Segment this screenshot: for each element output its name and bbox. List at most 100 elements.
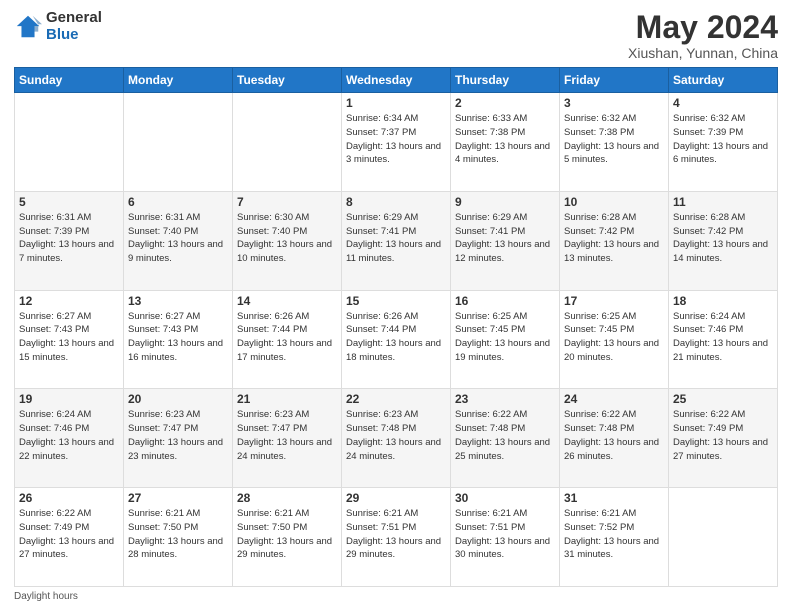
- day-number: 13: [128, 294, 228, 308]
- day-number: 1: [346, 96, 446, 110]
- day-number: 12: [19, 294, 119, 308]
- day-info: Sunrise: 6:23 AM Sunset: 7:48 PM Dayligh…: [346, 408, 446, 463]
- day-info: Sunrise: 6:22 AM Sunset: 7:49 PM Dayligh…: [19, 507, 119, 562]
- calendar-cell: 25 Sunrise: 6:22 AM Sunset: 7:49 PM Dayli…: [669, 389, 778, 488]
- calendar-cell: 21 Sunrise: 6:23 AM Sunset: 7:47 PM Dayli…: [233, 389, 342, 488]
- calendar-cell: 27Sunrise: 6:21 AM Sunset: 7:50 PM Dayli…: [124, 488, 233, 587]
- calendar-cell: 9Sunrise: 6:29 AM Sunset: 7:41 PM Daylig…: [451, 191, 560, 290]
- day-info: Sunrise: 6:27 AM Sunset: 7:43 PM Dayligh…: [128, 310, 228, 365]
- day-number: 23: [455, 392, 555, 406]
- col-thursday: Thursday: [451, 68, 560, 93]
- calendar-cell: [15, 93, 124, 192]
- logo-blue: Blue: [46, 27, 102, 44]
- calendar-table: Sunday Monday Tuesday Wednesday Thursday…: [14, 67, 778, 587]
- day-info: Sunrise: 6:31 AM Sunset: 7:40 PM Dayligh…: [128, 211, 228, 266]
- day-info: Sunrise: 6:21 AM Sunset: 7:50 PM Dayligh…: [237, 507, 337, 562]
- calendar-cell: 7 Sunrise: 6:30 AM Sunset: 7:40 PM Daylig…: [233, 191, 342, 290]
- col-monday: Monday: [124, 68, 233, 93]
- day-number: 8: [346, 195, 446, 209]
- day-info: Sunrise: 6:30 AM Sunset: 7:40 PM Dayligh…: [237, 211, 337, 266]
- col-friday: Friday: [560, 68, 669, 93]
- day-number: 4: [673, 96, 773, 110]
- day-number: 20: [128, 392, 228, 406]
- calendar-cell: 24Sunrise: 6:22 AM Sunset: 7:48 PM Dayli…: [560, 389, 669, 488]
- calendar-cell: 22 Sunrise: 6:23 AM Sunset: 7:48 PM Dayli…: [342, 389, 451, 488]
- day-info: Sunrise: 6:27 AM Sunset: 7:43 PM Dayligh…: [19, 310, 119, 365]
- calendar-cell: 10Sunrise: 6:28 AM Sunset: 7:42 PM Dayli…: [560, 191, 669, 290]
- logo-text: General Blue: [46, 10, 102, 43]
- day-number: 2: [455, 96, 555, 110]
- calendar-cell: 28 Sunrise: 6:21 AM Sunset: 7:50 PM Dayli…: [233, 488, 342, 587]
- week-row-3: 19Sunrise: 6:24 AM Sunset: 7:46 PM Dayli…: [15, 389, 778, 488]
- day-number: 9: [455, 195, 555, 209]
- day-info: Sunrise: 6:25 AM Sunset: 7:45 PM Dayligh…: [564, 310, 664, 365]
- day-number: 7: [237, 195, 337, 209]
- day-number: 14: [237, 294, 337, 308]
- logo-general: General: [46, 10, 102, 27]
- day-number: 30: [455, 491, 555, 505]
- calendar-cell: 12 Sunrise: 6:27 AM Sunset: 7:43 PM Dayli…: [15, 290, 124, 389]
- header-row: Sunday Monday Tuesday Wednesday Thursday…: [15, 68, 778, 93]
- calendar-cell: 20 Sunrise: 6:23 AM Sunset: 7:47 PM Dayli…: [124, 389, 233, 488]
- calendar-cell: 3 Sunrise: 6:32 AM Sunset: 7:38 PM Daylig…: [560, 93, 669, 192]
- day-number: 29: [346, 491, 446, 505]
- calendar-cell: 13 Sunrise: 6:27 AM Sunset: 7:43 PM Dayli…: [124, 290, 233, 389]
- header: General Blue May 2024 Xiushan, Yunnan, C…: [14, 10, 778, 61]
- day-number: 3: [564, 96, 664, 110]
- col-wednesday: Wednesday: [342, 68, 451, 93]
- calendar-cell: [669, 488, 778, 587]
- calendar-cell: 31Sunrise: 6:21 AM Sunset: 7:52 PM Dayli…: [560, 488, 669, 587]
- day-number: 18: [673, 294, 773, 308]
- footer-note: Daylight hours: [14, 591, 778, 602]
- day-number: 11: [673, 195, 773, 209]
- day-number: 25: [673, 392, 773, 406]
- day-number: 28: [237, 491, 337, 505]
- day-info: Sunrise: 6:21 AM Sunset: 7:51 PM Dayligh…: [346, 507, 446, 562]
- calendar-cell: 29 Sunrise: 6:21 AM Sunset: 7:51 PM Dayli…: [342, 488, 451, 587]
- calendar-cell: 15Sunrise: 6:26 AM Sunset: 7:44 PM Dayli…: [342, 290, 451, 389]
- calendar-cell: 8 Sunrise: 6:29 AM Sunset: 7:41 PM Daylig…: [342, 191, 451, 290]
- day-number: 22: [346, 392, 446, 406]
- calendar-cell: 1 Sunrise: 6:34 AM Sunset: 7:37 PM Daylig…: [342, 93, 451, 192]
- day-number: 5: [19, 195, 119, 209]
- day-info: Sunrise: 6:23 AM Sunset: 7:47 PM Dayligh…: [237, 408, 337, 463]
- day-number: 26: [19, 491, 119, 505]
- page: General Blue May 2024 Xiushan, Yunnan, C…: [0, 0, 792, 612]
- logo-icon: [14, 13, 42, 41]
- day-number: 10: [564, 195, 664, 209]
- week-row-1: 5Sunrise: 6:31 AM Sunset: 7:39 PM Daylig…: [15, 191, 778, 290]
- day-info: Sunrise: 6:32 AM Sunset: 7:38 PM Dayligh…: [564, 112, 664, 167]
- calendar-cell: 16Sunrise: 6:25 AM Sunset: 7:45 PM Dayli…: [451, 290, 560, 389]
- day-info: Sunrise: 6:29 AM Sunset: 7:41 PM Dayligh…: [346, 211, 446, 266]
- day-info: Sunrise: 6:22 AM Sunset: 7:48 PM Dayligh…: [564, 408, 664, 463]
- calendar-subtitle: Xiushan, Yunnan, China: [628, 45, 778, 61]
- day-info: Sunrise: 6:21 AM Sunset: 7:51 PM Dayligh…: [455, 507, 555, 562]
- title-block: May 2024 Xiushan, Yunnan, China: [628, 10, 778, 61]
- day-number: 16: [455, 294, 555, 308]
- day-info: Sunrise: 6:26 AM Sunset: 7:44 PM Dayligh…: [346, 310, 446, 365]
- col-tuesday: Tuesday: [233, 68, 342, 93]
- day-info: Sunrise: 6:26 AM Sunset: 7:44 PM Dayligh…: [237, 310, 337, 365]
- day-info: Sunrise: 6:24 AM Sunset: 7:46 PM Dayligh…: [19, 408, 119, 463]
- day-info: Sunrise: 6:32 AM Sunset: 7:39 PM Dayligh…: [673, 112, 773, 167]
- day-info: Sunrise: 6:33 AM Sunset: 7:38 PM Dayligh…: [455, 112, 555, 167]
- calendar-cell: 26 Sunrise: 6:22 AM Sunset: 7:49 PM Dayli…: [15, 488, 124, 587]
- day-number: 31: [564, 491, 664, 505]
- calendar-title: May 2024: [628, 10, 778, 45]
- calendar-cell: 23 Sunrise: 6:22 AM Sunset: 7:48 PM Dayli…: [451, 389, 560, 488]
- day-number: 17: [564, 294, 664, 308]
- calendar-cell: [233, 93, 342, 192]
- calendar-cell: 17 Sunrise: 6:25 AM Sunset: 7:45 PM Dayli…: [560, 290, 669, 389]
- week-row-0: 1 Sunrise: 6:34 AM Sunset: 7:37 PM Daylig…: [15, 93, 778, 192]
- calendar-cell: 6Sunrise: 6:31 AM Sunset: 7:40 PM Daylig…: [124, 191, 233, 290]
- day-info: Sunrise: 6:22 AM Sunset: 7:48 PM Dayligh…: [455, 408, 555, 463]
- week-row-4: 26 Sunrise: 6:22 AM Sunset: 7:49 PM Dayli…: [15, 488, 778, 587]
- calendar-cell: 30 Sunrise: 6:21 AM Sunset: 7:51 PM Dayli…: [451, 488, 560, 587]
- day-info: Sunrise: 6:22 AM Sunset: 7:49 PM Dayligh…: [673, 408, 773, 463]
- calendar-cell: 11Sunrise: 6:28 AM Sunset: 7:42 PM Dayli…: [669, 191, 778, 290]
- day-info: Sunrise: 6:23 AM Sunset: 7:47 PM Dayligh…: [128, 408, 228, 463]
- day-info: Sunrise: 6:21 AM Sunset: 7:50 PM Dayligh…: [128, 507, 228, 562]
- calendar-cell: 19Sunrise: 6:24 AM Sunset: 7:46 PM Dayli…: [15, 389, 124, 488]
- day-info: Sunrise: 6:34 AM Sunset: 7:37 PM Dayligh…: [346, 112, 446, 167]
- day-number: 21: [237, 392, 337, 406]
